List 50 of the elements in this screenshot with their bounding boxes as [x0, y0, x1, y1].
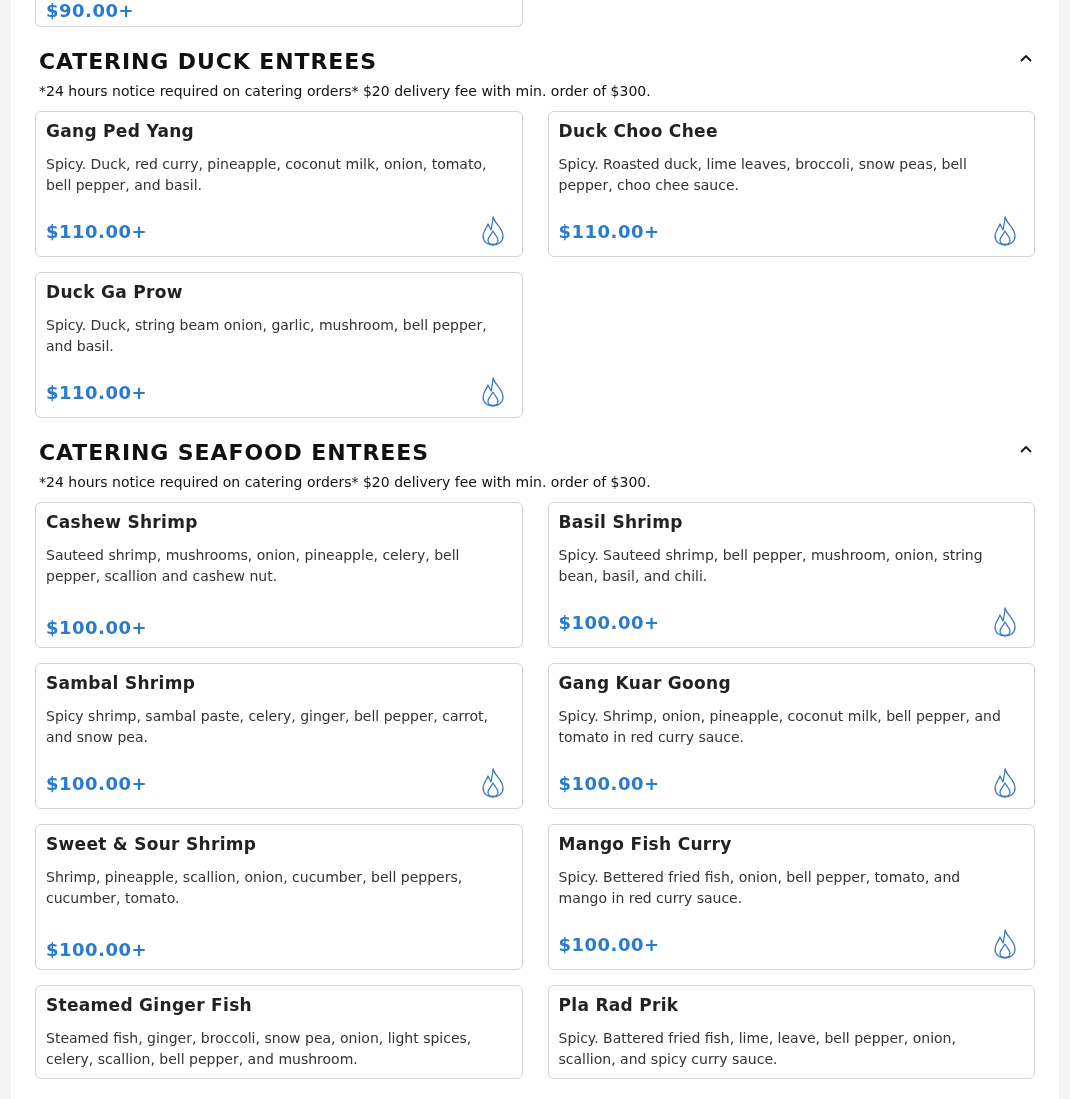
item-description: Spicy. Duck, red curry, pineapple, coconut milk, onion, tomato, bell pepper, and basil. — [46, 155, 488, 195]
chevron-icon[interactable] — [1019, 52, 1033, 63]
section-title: CATERING DUCK ENTREES — [39, 49, 377, 74]
item-description: Spicy shrimp, sambal paste, celery, ginger, bell pepper, carrot, and snow pea. — [46, 707, 489, 747]
menu-item-card[interactable]: Steamed Ginger Fish Steamed fish, ginger, broccoli, snow pea, onion, light spices, celery, scallion, bell pepper, and mushroom. — [35, 985, 523, 1079]
item-name: Cashew Shrimp — [46, 512, 199, 532]
item-description: Shrimp, pineapple, scallion, onion, cucumber, bell peppers, cucumber, tomato. — [46, 868, 464, 908]
item-name: Steamed Ginger Fish — [46, 995, 253, 1015]
item-name: Duck Ga Prow — [46, 282, 184, 302]
item-name: Gang Kuar Goong — [558, 673, 732, 693]
item-description: Spicy. Bettered fried fish, onion, bell pepper, tomato, and mango in red curry sauce. — [558, 868, 962, 908]
item-description: Spicy. Roasted duck, lime leaves, broccoli, snow peas, bell pepper, choo chee sauce. — [558, 155, 968, 195]
menu-item-card[interactable]: Sweet & Sour Shrimp Shrimp, pineapple, scallion, onion, cucumber, bell peppers, cucumber, tomato. $100.00+ — [35, 824, 523, 970]
item-name: Sweet & Sour Shrimp — [46, 834, 258, 854]
section-note: *24 hours notice required on catering orders* $20 delivery fee with min. order of $300. — [39, 474, 652, 490]
item-price: $110.00+ — [46, 220, 148, 242]
item-description: Sauteed shrimp, mushrooms, onion, pineapple, celery, bell pepper, scallion and cashew nut. — [46, 546, 461, 586]
item-name: Gang Ped Yang — [46, 121, 196, 141]
item-description: Spicy. Battered fried fish, lime, leave, bell pepper, onion, scallion, and spicy curry sauce. — [558, 1029, 957, 1069]
menu-item-card[interactable]: Mango Fish Curry Spicy. Bettered fried fish, onion, bell pepper, tomato, and mango in red curry sauce. $100.00+ — [547, 824, 1035, 970]
item-name: Pla Rad Prik — [558, 995, 680, 1015]
section-note: *24 hours notice required on catering orders* $20 delivery fee with min. order of $300. — [39, 83, 652, 99]
item-description: Steamed fish, ginger, broccoli, snow pea, onion, light spices, celery, scallion, bell pepper, and mushroom. — [46, 1029, 473, 1069]
item-description: Spicy. Shrimp, onion, pineapple, coconut milk, bell pepper, and tomato in red curry sauce. — [558, 707, 1002, 747]
item-price: $100.00+ — [46, 939, 148, 960]
menu-item-card[interactable]: Sambal Shrimp Spicy shrimp, sambal paste, celery, ginger, bell pepper, carrot, and snow pea. $100.00+ — [35, 663, 523, 809]
chevron-icon[interactable] — [1019, 443, 1033, 454]
item-price: $90.00+ — [46, 0, 136, 21]
item-description: Spicy. Duck, string beam onion, garlic, mushroom, bell pepper, and basil. — [46, 316, 488, 356]
menu-item-card[interactable]: Gang Kuar Goong Spicy. Shrimp, onion, pineapple, coconut milk, bell pepper, and tomato in red curry sauce. $100.00+ — [547, 663, 1035, 809]
section-title: CATERING SEAFOOD ENTREES — [39, 440, 429, 465]
menu-item-card[interactable]: $90.00+ — [35, 0, 523, 27]
item-price: $100.00+ — [558, 611, 660, 633]
item-price: $110.00+ — [46, 381, 148, 403]
item-price: $100.00+ — [558, 772, 660, 794]
item-description: Spicy. Sauteed shrimp, bell pepper, mushroom, onion, string bean, basil, and chili. — [558, 546, 984, 586]
item-price: $100.00+ — [558, 933, 660, 955]
menu-item-card[interactable]: Pla Rad Prik Spicy. Battered fried fish, lime, leave, bell pepper, onion, scallion, and spicy curry sauce. — [547, 985, 1035, 1079]
item-name: Mango Fish Curry — [558, 834, 733, 854]
menu-item-card[interactable]: Basil Shrimp Spicy. Sauteed shrimp, bell pepper, mushroom, onion, string bean, basil, and chili. $100.00+ — [547, 502, 1035, 648]
menu-item-card[interactable]: Duck Ga Prow Spicy. Duck, string beam onion, garlic, mushroom, bell pepper, and basil. $110.00+ — [35, 272, 523, 418]
menu-item-card[interactable]: Cashew Shrimp Sauteed shrimp, mushrooms, onion, pineapple, celery, bell pepper, scallion and cashew nut. $100.00+ — [35, 502, 523, 648]
item-name: Basil Shrimp — [558, 512, 684, 532]
item-name: Duck Choo Chee — [558, 121, 719, 141]
menu-item-card[interactable]: Duck Choo Chee Spicy. Roasted duck, lime leaves, broccoli, snow peas, bell pepper, choo chee sauce. $110.00+ — [547, 111, 1035, 257]
menu-item-card[interactable]: Gang Ped Yang Spicy. Duck, red curry, pineapple, coconut milk, onion, tomato, bell pepper, and basil. $110.00+ — [35, 111, 523, 257]
item-name: Sambal Shrimp — [46, 673, 197, 693]
item-price: $110.00+ — [558, 220, 660, 242]
item-price: $100.00+ — [46, 617, 148, 638]
item-price: $100.00+ — [46, 772, 148, 794]
